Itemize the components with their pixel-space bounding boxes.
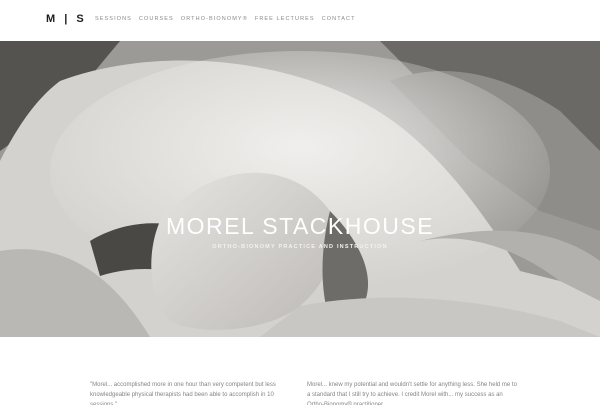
hero-subtitle: ORTHO-BIONOMY PRACTICE AND INSTRUCTION [212, 244, 388, 250]
hero-title: MOREL STACKHOUSE [165, 213, 435, 239]
nav-free-lectures[interactable]: FREE LECTURES [255, 16, 315, 22]
main-menu: SESSIONS COURSES ORTHO-BIONOMY® FREE LEC… [95, 16, 356, 22]
testimonials-section: "Morel... accomplished more in one hour … [0, 337, 600, 405]
site-logo[interactable]: M | S [46, 13, 87, 25]
nav-sessions[interactable]: SESSIONS [95, 16, 132, 22]
nav-ortho-bionomy[interactable]: ORTHO-BIONOMY® [181, 16, 248, 22]
nav-courses[interactable]: COURSES [139, 16, 174, 22]
hero-photo [0, 41, 600, 337]
nav-contact[interactable]: CONTACT [322, 16, 356, 22]
testimonial-quote: "Morel... accomplished more in one hour … [90, 382, 276, 405]
top-nav: M | S SESSIONS COURSES ORTHO-BIONOMY® FR… [0, 0, 600, 41]
testimonial-quote: Morel... knew my potential and wouldn't … [307, 382, 517, 405]
hero-banner: MOREL STACKHOUSE ORTHO-BIONOMY PRACTICE … [0, 41, 600, 337]
